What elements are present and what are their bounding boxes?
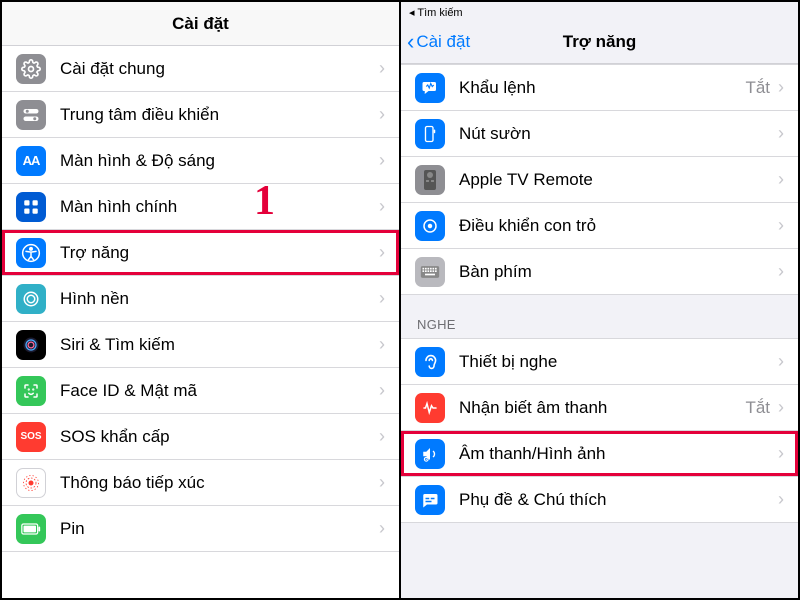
back-button[interactable]: ‹ Cài đặt xyxy=(407,31,470,53)
chevron-left-icon: ‹ xyxy=(407,31,414,53)
chevron-right-icon: › xyxy=(778,443,784,464)
status-bar: ◂ Tìm kiếm xyxy=(401,2,798,20)
voice-control-icon xyxy=(415,73,445,103)
chevron-right-icon: › xyxy=(379,242,385,263)
row-label: Face ID & Mật mã xyxy=(60,381,379,401)
row-accessibility[interactable]: Trợ năng › xyxy=(2,230,399,276)
pointer-icon xyxy=(415,211,445,241)
settings-panel-left: Cài đặt Cài đặt chung › Trung tâm điều k… xyxy=(2,2,401,598)
gear-icon xyxy=(16,54,46,84)
chevron-right-icon: › xyxy=(379,334,385,355)
chevron-right-icon: › xyxy=(778,351,784,372)
back-label: Cài đặt xyxy=(416,32,470,52)
chevron-right-icon: › xyxy=(379,518,385,539)
row-label: Trung tâm điều khiển xyxy=(60,105,379,125)
row-label: SOS khẩn cấp xyxy=(60,427,379,447)
chevron-right-icon: › xyxy=(778,77,784,98)
row-label: Pin xyxy=(60,519,379,539)
row-label: Màn hình chính xyxy=(60,197,379,217)
row-home-screen[interactable]: Màn hình chính › xyxy=(2,184,399,230)
row-wallpaper[interactable]: Hình nền › xyxy=(2,276,399,322)
settings-panel-right: ◂ Tìm kiếm ‹ Cài đặt Trợ năng Khẩu lệnh … xyxy=(401,2,798,598)
text-size-icon: AA xyxy=(16,146,46,176)
row-subtitles-captions[interactable]: Phụ đề & Chú thích › xyxy=(401,477,798,523)
row-label: Âm thanh/Hình ảnh xyxy=(459,444,778,464)
row-appletv-remote[interactable]: Apple TV Remote › xyxy=(401,157,798,203)
row-label: Trợ năng xyxy=(60,243,379,263)
row-voice-control[interactable]: Khẩu lệnh Tắt › xyxy=(401,65,798,111)
row-sound-recognition[interactable]: Nhận biết âm thanh Tắt › xyxy=(401,385,798,431)
chevron-right-icon: › xyxy=(379,150,385,171)
navbar-right: ‹ Cài đặt Trợ năng xyxy=(401,20,798,64)
back-to-search: ◂ Tìm kiếm xyxy=(409,6,463,19)
row-label: Màn hình & Độ sáng xyxy=(60,151,379,171)
row-value: Tắt xyxy=(745,78,770,98)
row-side-button[interactable]: Nút sườn › xyxy=(401,111,798,157)
faceid-icon xyxy=(16,376,46,406)
row-label: Điều khiển con trỏ xyxy=(459,216,778,236)
remote-icon xyxy=(415,165,445,195)
nav-title-left: Cài đặt xyxy=(172,14,229,34)
row-label: Cài đặt chung xyxy=(60,59,379,79)
chevron-right-icon: › xyxy=(778,169,784,190)
chevron-right-icon: › xyxy=(379,426,385,447)
chevron-right-icon: › xyxy=(379,104,385,125)
subtitles-icon xyxy=(415,485,445,515)
row-battery[interactable]: Pin › xyxy=(2,506,399,552)
row-pointer-control[interactable]: Điều khiển con trỏ › xyxy=(401,203,798,249)
chevron-right-icon: › xyxy=(379,196,385,217)
chevron-right-icon: › xyxy=(379,472,385,493)
siri-icon xyxy=(16,330,46,360)
sos-icon: SOS xyxy=(16,422,46,452)
section-header-hearing: NGHE xyxy=(401,295,798,338)
accessibility-list-2: Thiết bị nghe › Nhận biết âm thanh Tắt ›… xyxy=(401,338,798,523)
row-label: Siri & Tìm kiếm xyxy=(60,335,379,355)
accessibility-icon xyxy=(16,238,46,268)
row-exposure-notifications[interactable]: Thông báo tiếp xúc › xyxy=(2,460,399,506)
row-label: Thiết bị nghe xyxy=(459,352,778,372)
chevron-right-icon: › xyxy=(379,58,385,79)
chevron-right-icon: › xyxy=(778,397,784,418)
row-label: Hình nền xyxy=(60,289,379,309)
row-audio-visual[interactable]: Âm thanh/Hình ảnh › xyxy=(401,431,798,477)
ear-icon xyxy=(415,347,445,377)
chevron-right-icon: › xyxy=(379,380,385,401)
switches-icon xyxy=(16,100,46,130)
settings-list-left: Cài đặt chung › Trung tâm điều khiển › A… xyxy=(2,46,399,552)
row-emergency-sos[interactable]: SOS SOS khẩn cấp › xyxy=(2,414,399,460)
row-label: Nút sườn xyxy=(459,124,778,144)
row-value: Tắt xyxy=(745,398,770,418)
row-keyboards[interactable]: Bàn phím › xyxy=(401,249,798,295)
row-control-center[interactable]: Trung tâm điều khiển › xyxy=(2,92,399,138)
row-label: Phụ đề & Chú thích xyxy=(459,490,778,510)
nav-title-right: Trợ năng xyxy=(563,32,636,52)
chevron-right-icon: › xyxy=(778,489,784,510)
navbar-left: Cài đặt xyxy=(2,2,399,46)
battery-icon xyxy=(16,514,46,544)
row-label: Apple TV Remote xyxy=(459,170,778,190)
row-label: Thông báo tiếp xúc xyxy=(60,473,379,493)
row-siri-search[interactable]: Siri & Tìm kiếm › xyxy=(2,322,399,368)
side-button-icon xyxy=(415,119,445,149)
home-screen-icon xyxy=(16,192,46,222)
row-label: Khẩu lệnh xyxy=(459,78,745,98)
audio-visual-icon xyxy=(415,439,445,469)
row-display-brightness[interactable]: AA Màn hình & Độ sáng › xyxy=(2,138,399,184)
chevron-right-icon: › xyxy=(778,215,784,236)
exposure-icon xyxy=(16,468,46,498)
row-faceid-passcode[interactable]: Face ID & Mật mã › xyxy=(2,368,399,414)
chevron-right-icon: › xyxy=(778,123,784,144)
row-hearing-devices[interactable]: Thiết bị nghe › xyxy=(401,339,798,385)
chevron-right-icon: › xyxy=(778,261,784,282)
sound-recognition-icon xyxy=(415,393,445,423)
wallpaper-icon xyxy=(16,284,46,314)
row-label: Nhận biết âm thanh xyxy=(459,398,745,418)
row-general[interactable]: Cài đặt chung › xyxy=(2,46,399,92)
chevron-right-icon: › xyxy=(379,288,385,309)
row-label: Bàn phím xyxy=(459,262,778,282)
accessibility-list-1: Khẩu lệnh Tắt › Nút sườn › Apple TV Remo… xyxy=(401,64,798,295)
keyboard-icon xyxy=(415,257,445,287)
